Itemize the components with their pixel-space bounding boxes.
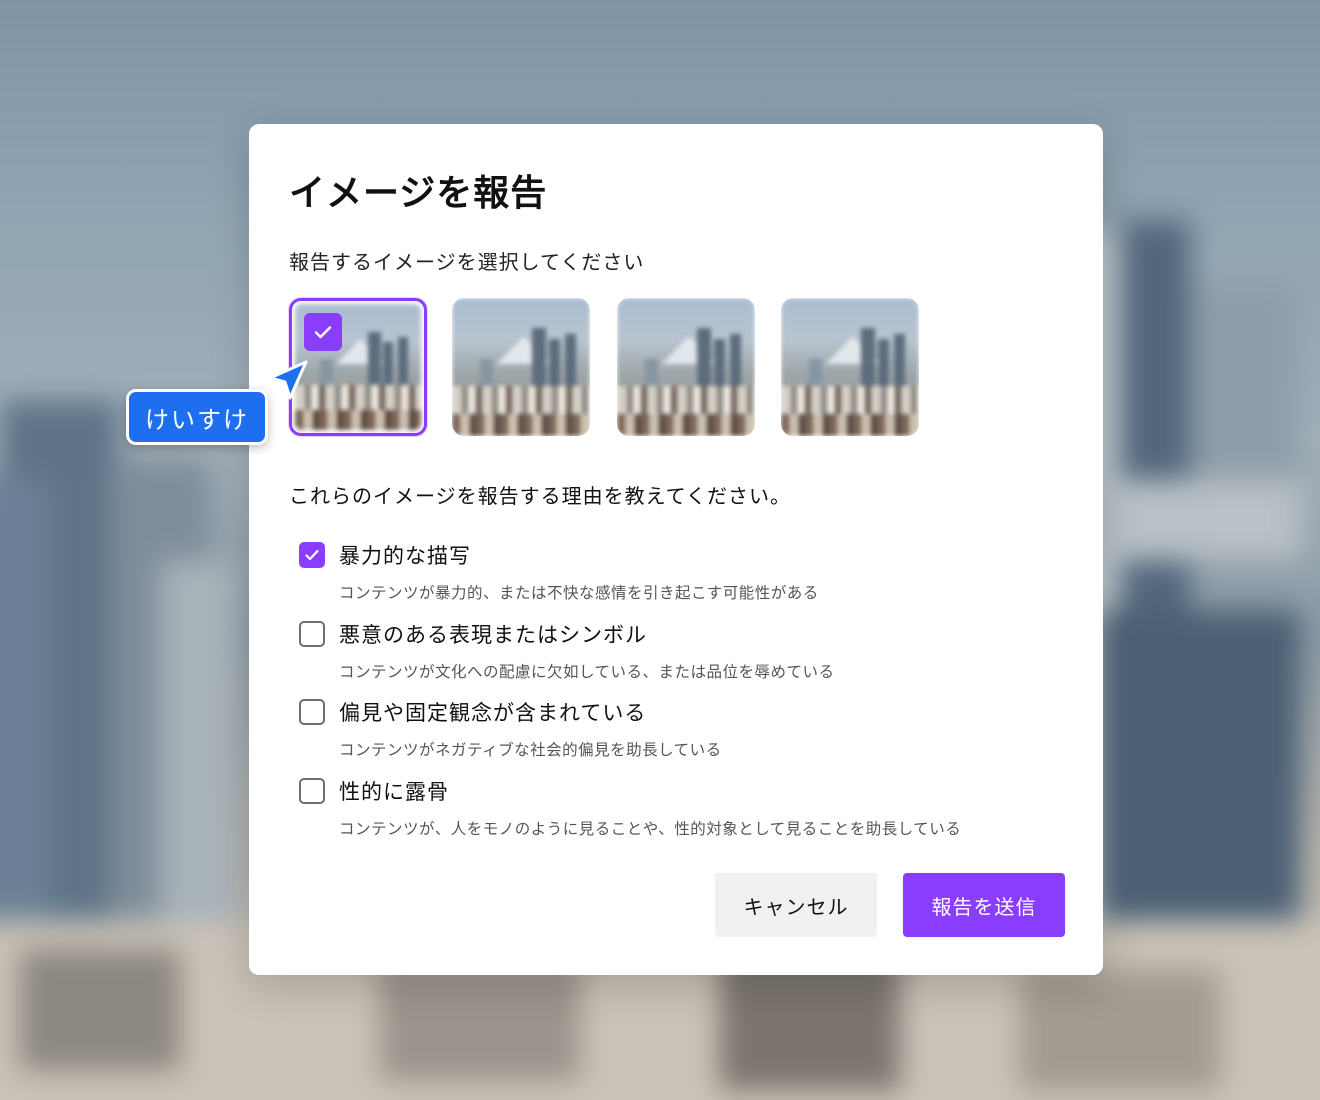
cancel-button[interactable]: キャンセル <box>715 873 877 937</box>
option-violent[interactable]: 暴力的な描写 コンテンツが暴力的、または不快な感情を引き起こす可能性がある <box>299 538 1019 608</box>
checkbox-unchecked[interactable] <box>299 778 325 804</box>
option-label: 悪意のある表現またはシンボル <box>339 623 647 647</box>
image-thumbnail-3[interactable] <box>617 298 755 436</box>
checkbox-checked[interactable] <box>299 542 325 568</box>
checkbox-unchecked[interactable] <box>299 699 325 725</box>
checkbox-unchecked[interactable] <box>299 621 325 647</box>
thumbnail-image <box>452 298 590 436</box>
image-thumbnail-4[interactable] <box>781 298 919 436</box>
thumbnail-image <box>781 298 919 436</box>
collaborator-name-tag: けいすけ <box>126 389 268 445</box>
option-description: コンテンツが文化への配慮に欠如している、または品位を辱めている <box>339 663 835 681</box>
check-icon <box>314 326 332 339</box>
option-description: コンテンツが暴力的、または不快な感情を引き起こす可能性がある <box>339 584 819 602</box>
option-description: コンテンツが、人をモノのように見ることや、性的対象として見ることを助長している <box>339 820 962 838</box>
report-image-dialog: イメージを報告 報告するイメージを選択してください これらのイメージを報告する理… <box>249 124 1103 975</box>
submit-report-button[interactable]: 報告を送信 <box>903 873 1065 937</box>
option-description: コンテンツがネガティブな社会的偏見を助長している <box>339 741 722 759</box>
reason-prompt: これらのイメージを報告する理由を教えてください。 <box>289 484 791 508</box>
check-icon <box>305 549 319 561</box>
option-bias-stereotypes[interactable]: 偏見や固定観念が含まれている コンテンツがネガティブな社会的偏見を助長している <box>299 695 1019 765</box>
dialog-title: イメージを報告 <box>289 173 548 214</box>
option-label: 暴力的な描写 <box>339 544 471 568</box>
thumbnail-image <box>617 298 755 436</box>
option-sexually-explicit[interactable]: 性的に露骨 コンテンツが、人をモノのように見ることや、性的対象として見ることを助… <box>299 774 1019 844</box>
thumbnail-checkbox[interactable] <box>304 313 342 351</box>
select-image-prompt: 報告するイメージを選択してください <box>289 250 645 274</box>
option-label: 性的に露骨 <box>339 780 449 804</box>
option-label: 偏見や固定観念が含まれている <box>339 701 647 725</box>
collaborator-cursor-icon <box>268 360 308 400</box>
option-hateful-symbols[interactable]: 悪意のある表現またはシンボル コンテンツが文化への配慮に欠如している、または品位… <box>299 617 1019 687</box>
image-thumbnail-2[interactable] <box>452 298 590 436</box>
